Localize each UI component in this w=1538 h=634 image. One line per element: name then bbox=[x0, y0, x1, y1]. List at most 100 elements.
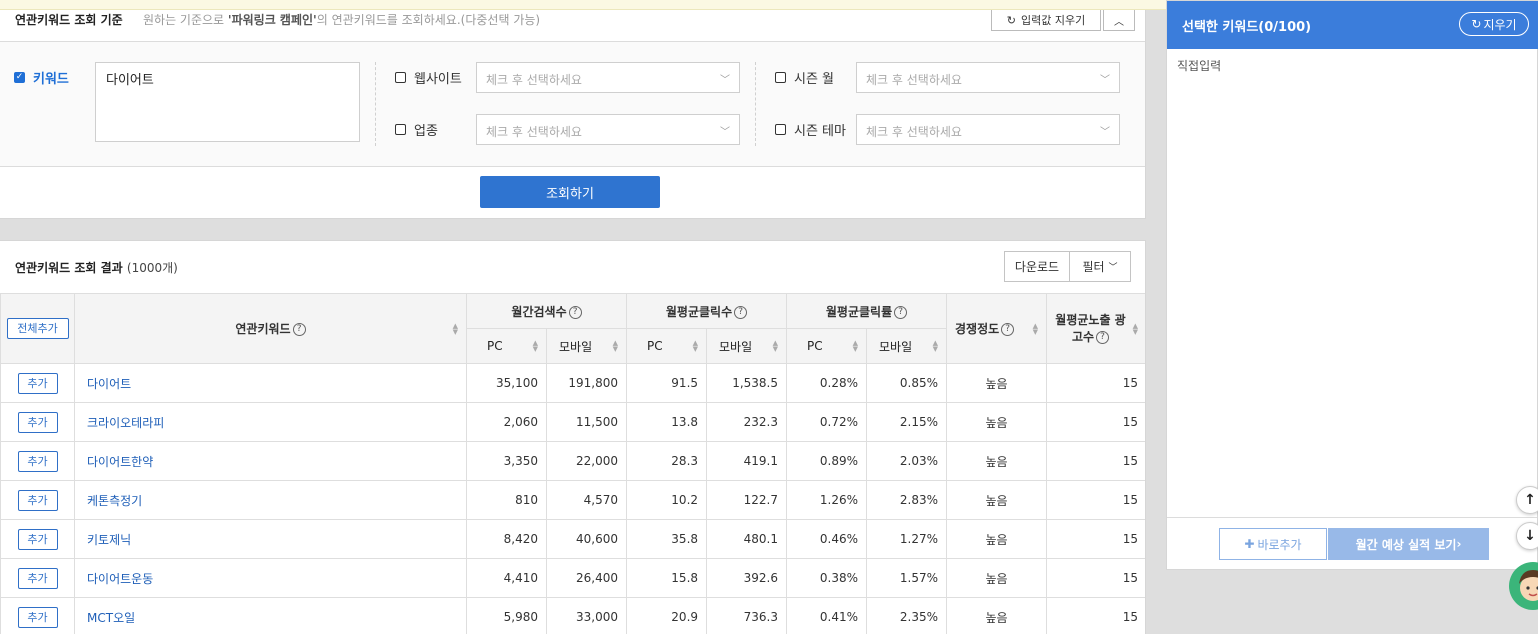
keyword-checkbox[interactable]: ✓ bbox=[14, 72, 25, 83]
sort-icon[interactable]: ▲ ▼ bbox=[453, 322, 458, 335]
add-button[interactable]: 추가 bbox=[17, 411, 58, 433]
search-mobile-cell: 191,800 bbox=[545, 363, 628, 403]
add-button[interactable]: 추가 bbox=[17, 489, 58, 511]
ads-count-cell: 15 bbox=[1046, 519, 1145, 559]
sort-icon[interactable]: ▲ ▼ bbox=[693, 340, 698, 353]
ctr-mobile-header[interactable]: 모바일 ▲ ▼ bbox=[866, 328, 948, 364]
search-pc-header[interactable]: PC ▲ ▼ bbox=[466, 328, 547, 364]
help-icon[interactable]: ? bbox=[568, 305, 582, 319]
filter-button[interactable]: 필터 ﹀ bbox=[1069, 251, 1131, 282]
sort-icon[interactable]: ▲ ▼ bbox=[613, 340, 618, 353]
add-cell: 추가 bbox=[0, 441, 75, 481]
search-pc-cell: 2,060 bbox=[466, 402, 547, 442]
season-theme-select[interactable]: 체크 후 선택하세요 ﹀ bbox=[856, 114, 1120, 145]
clicks-pc-header[interactable]: PC ▲ ▼ bbox=[626, 328, 708, 364]
clicks-mobile-header[interactable]: 모바일 ▲ ▼ bbox=[706, 328, 788, 364]
chevron-down-icon: ﹀ bbox=[720, 127, 730, 138]
industry-select[interactable]: 체크 후 선택하세요 ﹀ bbox=[476, 114, 740, 145]
help-icon[interactable]: ? bbox=[1096, 330, 1110, 344]
criteria-desc-bold: '파워링크 캠페인' bbox=[227, 13, 317, 27]
keyword-column-header[interactable]: 연관키워드? ▲ ▼ bbox=[74, 293, 467, 364]
search-volume-label: 월간검색수 bbox=[511, 304, 567, 319]
add-cell: 추가 bbox=[0, 363, 75, 403]
clicks-header: 월평균클릭수? bbox=[626, 293, 788, 329]
competition-header[interactable]: 경쟁정도? ▲ ▼ bbox=[946, 293, 1048, 364]
selected-keywords-header: 선택한 키워드(0/100) ↻ 지우기 bbox=[1167, 1, 1538, 49]
keyword-cell[interactable]: 다이어트한약 bbox=[74, 441, 467, 481]
forecast-button[interactable]: 월간 예상 실적 보기 › bbox=[1328, 528, 1489, 560]
scroll-top-button[interactable]: ↑ bbox=[1516, 486, 1538, 514]
add-all-button[interactable]: 전체추가 bbox=[6, 318, 69, 339]
clicks-pc-cell: 13.8 bbox=[626, 402, 708, 442]
keyword-cell[interactable]: 다이어트운동 bbox=[74, 558, 467, 598]
website-select[interactable]: 체크 후 선택하세요 ﹀ bbox=[476, 62, 740, 93]
clicks-mobile-cell: 736.3 bbox=[706, 597, 788, 634]
keyword-cell[interactable]: 키토제닉 bbox=[74, 519, 467, 559]
sub-mobile-label: 모바일 bbox=[879, 339, 913, 354]
sort-icon[interactable]: ▲ ▼ bbox=[1033, 322, 1038, 335]
keyword-cell[interactable]: 크라이오테라피 bbox=[74, 402, 467, 442]
reset-input-button[interactable]: ↻ 입력값 지우기 bbox=[991, 9, 1101, 31]
sort-icon[interactable]: ▲ ▼ bbox=[1133, 322, 1138, 335]
sort-icon[interactable]: ▲ ▼ bbox=[933, 340, 938, 353]
scroll-bottom-button[interactable]: ↓ bbox=[1516, 522, 1538, 550]
industry-label: 업종 bbox=[414, 124, 438, 139]
ctr-pc-cell: 0.38% bbox=[786, 558, 868, 598]
add-button[interactable]: 추가 bbox=[17, 528, 58, 550]
keyword-cell[interactable]: 다이어트 bbox=[74, 363, 467, 403]
table-row: 추가 다이어트 35,100 191,800 91.5 1,538.5 0.28… bbox=[0, 363, 1145, 403]
results-count: (1000개) bbox=[126, 261, 178, 275]
add-button[interactable]: 추가 bbox=[17, 372, 58, 394]
keyword-textarea[interactable]: 다이어트 bbox=[95, 62, 360, 142]
download-button[interactable]: 다운로드 bbox=[1004, 251, 1070, 282]
selected-keywords-panel: 선택한 키워드(0/100) ↻ 지우기 직접입력 ✚ 바로추가 월간 예상 실… bbox=[1166, 0, 1538, 570]
sort-icon[interactable]: ▲ ▼ bbox=[853, 340, 858, 353]
help-icon[interactable]: ? bbox=[292, 323, 306, 336]
add-button[interactable]: 추가 bbox=[17, 450, 58, 472]
search-button[interactable]: 조회하기 bbox=[480, 176, 660, 208]
ads-count-cell: 15 bbox=[1046, 363, 1145, 403]
reset-input-label: 입력값 지우기 bbox=[1021, 14, 1086, 27]
search-mobile-header[interactable]: 모바일 ▲ ▼ bbox=[545, 328, 628, 364]
season-month-select[interactable]: 체크 후 선택하세요 ﹀ bbox=[856, 62, 1120, 93]
filter-label: 필터 bbox=[1082, 260, 1105, 274]
clicks-mobile-cell: 122.7 bbox=[706, 480, 788, 520]
competition-cell: 높음 bbox=[946, 441, 1048, 481]
add-cell: 추가 bbox=[0, 402, 75, 442]
help-icon[interactable]: ? bbox=[1001, 323, 1015, 336]
direct-input-field[interactable]: 직접입력 bbox=[1177, 57, 1221, 74]
keyword-cell[interactable]: 케톤측정기 bbox=[74, 480, 467, 520]
sort-icon[interactable]: ▲ ▼ bbox=[533, 340, 538, 353]
ctr-pc-cell: 0.72% bbox=[786, 402, 868, 442]
ctr-mobile-cell: 2.15% bbox=[866, 402, 948, 442]
industry-checkbox[interactable] bbox=[395, 124, 406, 135]
keyword-cell[interactable]: MCT오일 bbox=[74, 597, 467, 634]
divider bbox=[755, 62, 756, 146]
sub-pc-label: PC bbox=[807, 339, 823, 353]
ctr-pc-header[interactable]: PC ▲ ▼ bbox=[786, 328, 868, 364]
help-icon[interactable]: ? bbox=[894, 305, 908, 319]
add-button[interactable]: 추가 bbox=[17, 567, 58, 589]
website-select-placeholder: 체크 후 선택하세요 bbox=[486, 73, 582, 87]
clear-button[interactable]: ↻ 지우기 bbox=[1459, 12, 1529, 36]
add-direct-button[interactable]: ✚ 바로추가 bbox=[1219, 528, 1327, 560]
chevron-up-icon: ︿ bbox=[1114, 16, 1124, 28]
collapse-button[interactable]: ︿ bbox=[1103, 9, 1135, 31]
industry-select-placeholder: 체크 후 선택하세요 bbox=[486, 125, 582, 139]
clicks-mobile-cell: 480.1 bbox=[706, 519, 788, 559]
arrow-up-icon: ↑ bbox=[1524, 492, 1536, 508]
search-mobile-cell: 11,500 bbox=[545, 402, 628, 442]
sort-icon[interactable]: ▲ ▼ bbox=[773, 340, 778, 353]
table-row: 추가 다이어트한약 3,350 22,000 28.3 419.1 0.89% … bbox=[0, 441, 1145, 481]
arrow-down-icon: ↓ bbox=[1524, 528, 1536, 544]
ads-count-header[interactable]: 월평균노출 광고수? ▲ ▼ bbox=[1046, 293, 1145, 364]
season-theme-checkbox[interactable] bbox=[775, 124, 786, 135]
add-button[interactable]: 추가 bbox=[17, 606, 58, 628]
help-icon[interactable]: ? bbox=[734, 305, 748, 319]
search-pc-cell: 4,410 bbox=[466, 558, 547, 598]
clicks-pc-cell: 15.8 bbox=[626, 558, 708, 598]
website-checkbox[interactable] bbox=[395, 72, 406, 83]
season-theme-label: 시즌 테마 bbox=[794, 124, 846, 139]
season-month-checkbox[interactable] bbox=[775, 72, 786, 83]
clicks-pc-cell: 20.9 bbox=[626, 597, 708, 634]
